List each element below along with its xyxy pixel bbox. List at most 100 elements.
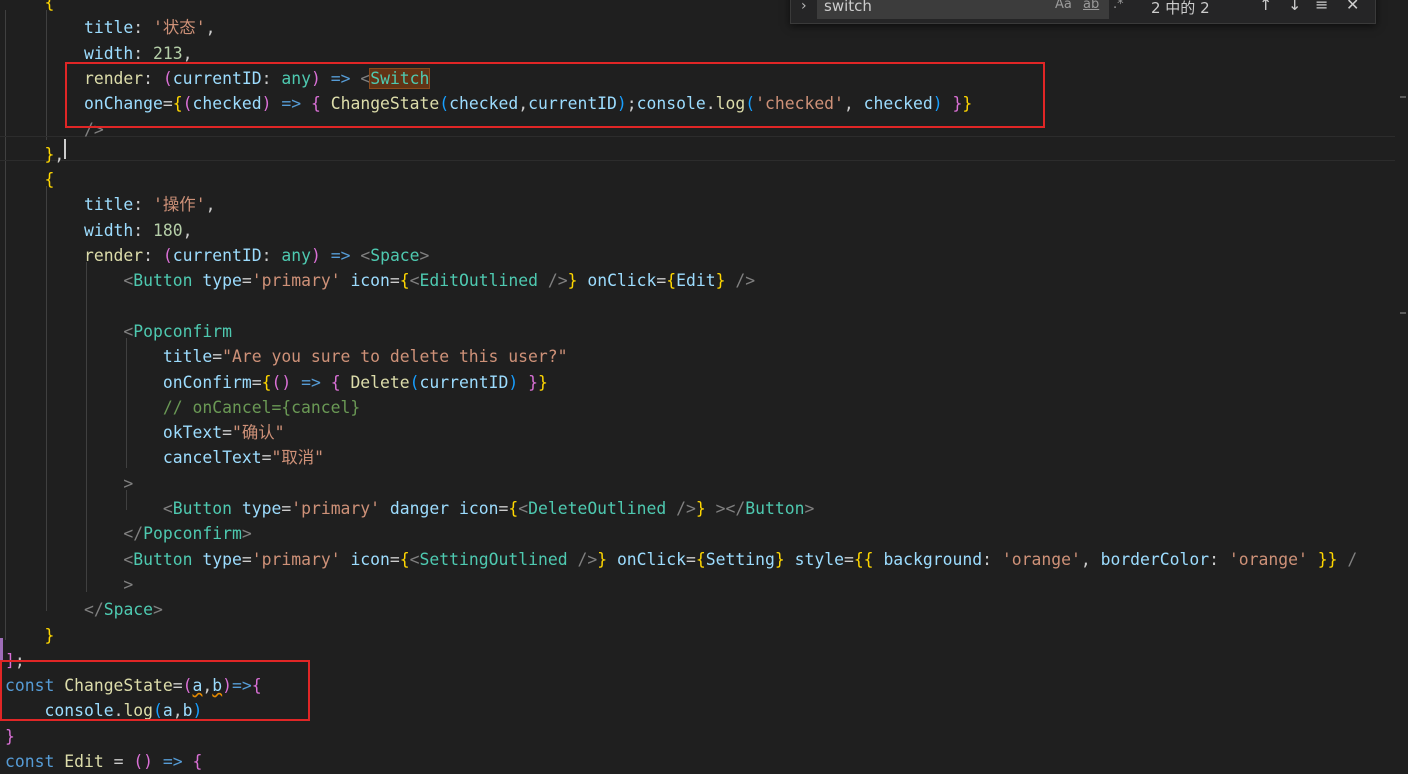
code-token: {	[666, 271, 677, 291]
current-line-border	[0, 136, 1395, 137]
code-line[interactable]: onConfirm={() => { Delete(currentID) }}	[5, 370, 548, 395]
code-line[interactable]: {	[5, 167, 54, 192]
code-token: ,	[1080, 549, 1101, 569]
code-line[interactable]: }	[5, 623, 54, 648]
code-token: 'primary'	[251, 271, 341, 291]
code-line[interactable]: render: (currentID: any) => <Space>	[5, 243, 429, 268]
code-token: "Are you sure to delete this user?"	[222, 347, 568, 367]
toggle-replace-chevron-icon[interactable]: ›	[801, 0, 807, 14]
code-token: {	[695, 549, 706, 569]
match-case-icon[interactable]: Aa	[1055, 0, 1072, 12]
code-token: "确认"	[231, 423, 285, 443]
code-token: width	[83, 43, 134, 63]
code-token: Delete	[350, 372, 410, 392]
code-token: ()	[133, 752, 154, 771]
code-token: onConfirm	[162, 372, 252, 392]
code-token: =>	[153, 752, 193, 771]
code-token: // onCancel={cancel}	[162, 397, 361, 417]
code-token: }	[5, 726, 15, 746]
code-line[interactable]: const Edit = () => {	[5, 749, 202, 774]
code-line[interactable]: title: '状态',	[5, 15, 216, 40]
code-line[interactable]: title="Are you sure to delete this user?…	[5, 344, 568, 369]
code-line[interactable]: <Button type='primary' icon={<SettingOut…	[5, 547, 1357, 572]
code-token: =	[222, 423, 232, 443]
code-line[interactable]: </Popconfirm>	[5, 521, 251, 546]
code-token: Setting	[705, 549, 775, 569]
code-token: }	[567, 271, 578, 291]
code-line[interactable]: >	[5, 572, 133, 597]
code-token: const	[5, 752, 55, 771]
code-token: style	[794, 549, 844, 569]
code-line[interactable]: width: 180,	[5, 218, 193, 243]
code-token: >	[419, 246, 430, 265]
code-token: />	[567, 549, 598, 569]
code-token: {	[399, 271, 410, 291]
code-token: <	[123, 549, 134, 569]
code-token: '操作'	[153, 195, 206, 215]
code-line[interactable]: // onCancel={cancel}	[5, 395, 360, 420]
code-line[interactable]: <Popconfirm	[5, 319, 232, 344]
code-token: :	[143, 246, 163, 265]
code-token: </	[83, 600, 104, 620]
code-line[interactable]: {	[5, 0, 54, 15]
code-line[interactable]: cancelText="取消"	[5, 445, 324, 470]
close-icon[interactable]: ✕	[1346, 0, 1359, 14]
whole-word-icon[interactable]: ab	[1083, 0, 1099, 12]
code-token: borderColor	[1100, 549, 1210, 569]
code-token: okText	[162, 423, 223, 443]
arrow-up-icon[interactable]: ↑	[1259, 0, 1272, 14]
code-token: :	[261, 246, 282, 265]
code-token: {{	[853, 549, 874, 569]
code-token: }	[774, 549, 785, 569]
code-line[interactable]: title: '操作',	[5, 192, 216, 217]
code-token: </	[123, 524, 144, 544]
code-token: >	[153, 600, 163, 620]
lines-icon[interactable]: ≡	[1315, 0, 1328, 14]
code-token: =	[686, 549, 696, 569]
annotation-box-switch-render	[65, 62, 1045, 128]
code-token: :	[133, 18, 154, 38]
code-token: Button	[172, 499, 232, 518]
code-editor[interactable]: { title: '状态', width: 213, render: (curr…	[0, 0, 1408, 771]
code-line[interactable]: },	[5, 142, 64, 167]
current-line-border	[0, 160, 1395, 161]
code-token: Button	[133, 271, 193, 291]
arrow-down-icon[interactable]: ↓	[1288, 0, 1301, 14]
code-token: <	[409, 271, 420, 291]
annotation-box-changestate	[0, 660, 310, 721]
code-token: }	[695, 499, 706, 518]
code-line[interactable]: okText="确认"	[5, 420, 285, 445]
code-line[interactable]: </Space>	[5, 597, 163, 622]
code-token: render	[83, 246, 144, 265]
regex-icon[interactable]: .*	[1113, 0, 1124, 12]
code-line[interactable]: <Button type='primary' icon={<EditOutlin…	[5, 268, 755, 293]
code-token: ></	[705, 499, 746, 518]
text-cursor	[64, 139, 66, 159]
code-token: )	[508, 372, 519, 392]
code-token: =>	[320, 246, 361, 265]
code-token: >	[804, 499, 815, 518]
code-token: DeleteOutlined	[528, 499, 667, 518]
code-line[interactable]: <Button type='primary' danger icon={<Del…	[5, 496, 814, 521]
code-token: /	[1337, 549, 1358, 569]
code-token: />	[666, 499, 696, 518]
code-token: :	[133, 220, 154, 240]
code-line[interactable]: >	[5, 471, 133, 496]
code-token: danger	[389, 499, 450, 518]
code-token: onClick	[616, 549, 687, 569]
match-count: 2 中的 2	[1151, 0, 1210, 17]
code-token: }	[537, 372, 548, 392]
code-token: 'orange'	[1228, 549, 1308, 569]
code-token: <	[518, 499, 529, 518]
code-line[interactable]: }	[5, 724, 15, 749]
code-token: }	[44, 625, 55, 645]
code-token: icon	[350, 271, 390, 291]
code-token: type	[202, 549, 242, 569]
